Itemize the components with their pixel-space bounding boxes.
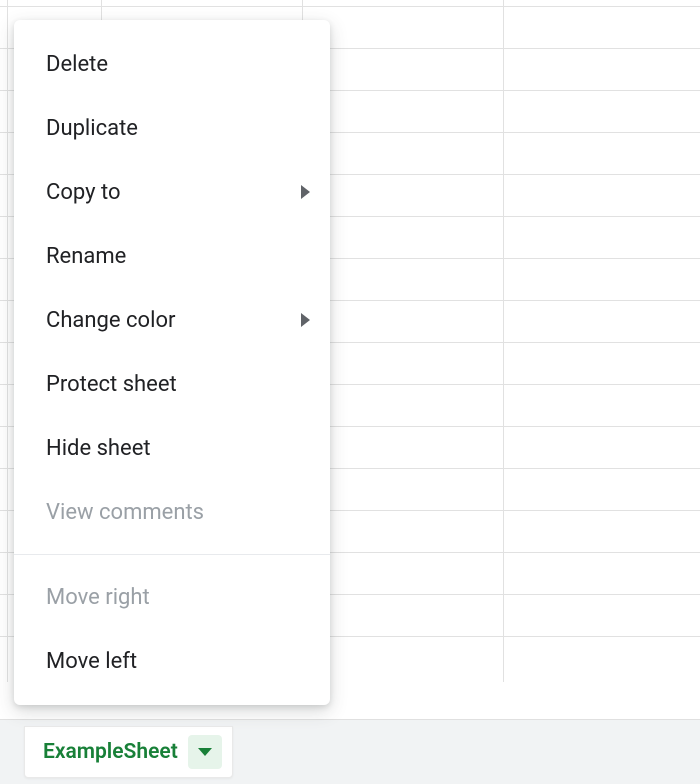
- menu-item-rename[interactable]: Rename: [14, 224, 330, 288]
- sheet-tab-menu-button[interactable]: [188, 735, 222, 769]
- menu-item-label: Move right: [46, 585, 150, 610]
- chevron-right-icon: [301, 313, 310, 327]
- sheet-tab-name: ExampleSheet: [43, 740, 178, 764]
- menu-item-protect-sheet[interactable]: Protect sheet: [14, 352, 330, 416]
- sheet-tab-bar: ExampleSheet: [0, 719, 700, 784]
- menu-item-duplicate[interactable]: Duplicate: [14, 96, 330, 160]
- menu-item-label: Delete: [46, 52, 108, 77]
- menu-separator: [14, 554, 330, 555]
- sheet-tab-context-menu: Delete Duplicate Copy to Rename Change c…: [14, 20, 330, 705]
- chevron-right-icon: [301, 185, 310, 199]
- menu-item-label: Protect sheet: [46, 372, 177, 397]
- menu-item-copy-to[interactable]: Copy to: [14, 160, 330, 224]
- menu-item-label: Hide sheet: [46, 436, 151, 461]
- menu-item-label: Rename: [46, 244, 126, 269]
- menu-item-move-left[interactable]: Move left: [14, 629, 330, 693]
- sheet-tab-active[interactable]: ExampleSheet: [24, 726, 233, 778]
- menu-item-move-right: Move right: [14, 565, 330, 629]
- menu-item-change-color[interactable]: Change color: [14, 288, 330, 352]
- menu-item-view-comments: View comments: [14, 480, 330, 544]
- menu-item-label: Move left: [46, 649, 137, 674]
- menu-item-delete[interactable]: Delete: [14, 32, 330, 96]
- menu-item-hide-sheet[interactable]: Hide sheet: [14, 416, 330, 480]
- menu-item-label: View comments: [46, 500, 204, 525]
- menu-item-label: Duplicate: [46, 116, 138, 141]
- menu-item-label: Copy to: [46, 180, 121, 205]
- menu-item-label: Change color: [46, 308, 175, 333]
- caret-down-icon: [198, 748, 212, 756]
